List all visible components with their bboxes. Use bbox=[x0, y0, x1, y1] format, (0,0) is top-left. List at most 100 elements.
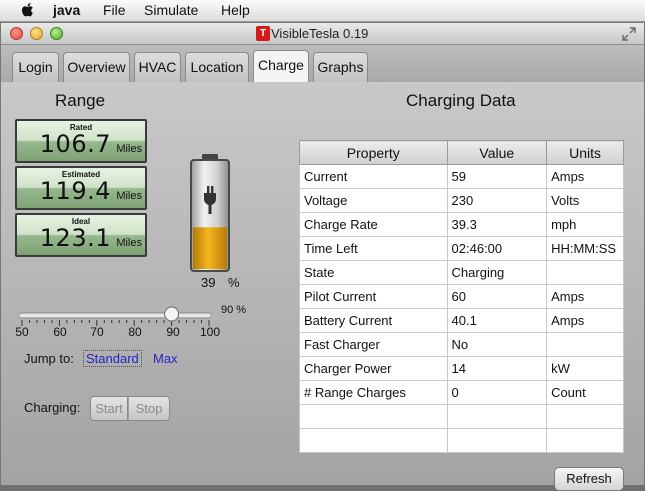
table-row[interactable] bbox=[299, 428, 624, 453]
table-row[interactable]: Charge Rate 39.3 mph bbox=[299, 212, 624, 237]
cell-value bbox=[446, 404, 548, 429]
cell-value: 230 bbox=[446, 188, 548, 213]
cell-property: Time Left bbox=[299, 236, 448, 261]
meter-value: 123.1 bbox=[39, 224, 111, 252]
cell-units bbox=[546, 428, 624, 453]
table-row[interactable]: Battery Current 40.1 Amps bbox=[299, 308, 624, 333]
menu-app-name[interactable]: java bbox=[53, 2, 80, 18]
battery-icon bbox=[190, 154, 230, 272]
cell-property bbox=[299, 428, 448, 453]
cell-units bbox=[546, 404, 624, 429]
table-row[interactable]: State Charging bbox=[299, 260, 624, 285]
cell-property: Charge Rate bbox=[299, 212, 448, 237]
app-window: T VisibleTesla 0.19 Login Overview HVAC … bbox=[0, 22, 645, 491]
menu-simulate[interactable]: Simulate bbox=[144, 2, 198, 18]
cell-property: State bbox=[299, 260, 448, 285]
tab-login[interactable]: Login bbox=[12, 52, 59, 82]
cell-units: Count bbox=[546, 380, 624, 405]
start-charging-button[interactable]: Start bbox=[90, 396, 128, 421]
meter-unit: Miles bbox=[116, 143, 142, 155]
cell-property bbox=[299, 404, 448, 429]
tesla-logo-icon: T bbox=[256, 26, 270, 41]
tab-hvac[interactable]: HVAC bbox=[134, 52, 181, 82]
refresh-button[interactable]: Refresh bbox=[554, 467, 624, 491]
slider-tick-label: 100 bbox=[199, 325, 221, 339]
column-header-units[interactable]: Units bbox=[546, 140, 624, 165]
cell-units: Volts bbox=[546, 188, 624, 213]
table-row[interactable]: Time Left 02:46:00 HH:MM:SS bbox=[299, 236, 624, 261]
tab-location[interactable]: Location bbox=[185, 52, 249, 82]
cell-property: # Range Charges bbox=[299, 380, 448, 405]
slider-tick-label: 50 bbox=[15, 325, 29, 339]
cell-property: Fast Charger bbox=[299, 332, 448, 357]
range-heading: Range bbox=[55, 91, 106, 110]
max-link[interactable]: Max bbox=[153, 351, 178, 366]
cell-units: Amps bbox=[546, 284, 624, 309]
meter-value: 119.4 bbox=[39, 177, 111, 205]
slider-tick-label: 70 bbox=[90, 325, 104, 339]
apple-menu-icon[interactable] bbox=[20, 1, 36, 19]
cell-units: Amps bbox=[546, 164, 624, 189]
slider-tick-label: 80 bbox=[128, 325, 142, 339]
table-row[interactable]: # Range Charges 0 Count bbox=[299, 380, 624, 405]
charge-panel: Range Rated 106.7 Miles Estimated 119.4 … bbox=[1, 82, 644, 491]
tab-overview[interactable]: Overview bbox=[63, 52, 130, 82]
window-titlebar[interactable]: T VisibleTesla 0.19 bbox=[1, 23, 644, 45]
cell-units: Amps bbox=[546, 308, 624, 333]
meter-unit: Miles bbox=[116, 237, 142, 249]
cell-property: Charger Power bbox=[299, 356, 448, 381]
cell-value: 02:46:00 bbox=[446, 236, 548, 261]
cell-property: Current bbox=[299, 164, 448, 189]
charging-data-heading: Charging Data bbox=[406, 91, 516, 110]
cell-value: 39.3 bbox=[446, 212, 548, 237]
cell-property: Pilot Current bbox=[299, 284, 448, 309]
battery-percent: 39 bbox=[201, 275, 216, 290]
standard-link[interactable]: Standard bbox=[83, 350, 142, 367]
minimize-window-button[interactable] bbox=[30, 27, 43, 40]
table-row[interactable]: Voltage 230 Volts bbox=[299, 188, 624, 213]
table-row[interactable]: Pilot Current 60 Amps bbox=[299, 284, 624, 309]
table-row[interactable] bbox=[299, 404, 624, 429]
table-row[interactable]: Charger Power 14 kW bbox=[299, 356, 624, 381]
ideal-range-meter: Ideal 123.1 Miles bbox=[15, 213, 147, 257]
battery-fill bbox=[193, 227, 227, 269]
charging-data-table: Property Value Units Current 59 Amps Voltag… bbox=[299, 140, 624, 453]
table-row[interactable]: Current 59 Amps bbox=[299, 164, 624, 189]
slider-knob[interactable] bbox=[164, 306, 180, 322]
meter-unit: Miles bbox=[116, 190, 142, 202]
zoom-window-button[interactable] bbox=[50, 27, 63, 40]
menu-file[interactable]: File bbox=[103, 2, 126, 18]
column-header-value[interactable]: Value bbox=[446, 140, 548, 165]
charging-label: Charging: bbox=[24, 400, 81, 415]
cell-units: kW bbox=[546, 356, 624, 381]
cell-property: Battery Current bbox=[299, 308, 448, 333]
table-header-row: Property Value Units bbox=[299, 140, 624, 165]
cell-value: 14 bbox=[446, 356, 548, 381]
window-title: VisibleTesla 0.19 bbox=[271, 26, 369, 41]
cell-value bbox=[446, 428, 548, 453]
tab-charge[interactable]: Charge bbox=[253, 50, 309, 83]
battery-percent-unit: % bbox=[228, 275, 240, 290]
cell-value: 40.1 bbox=[446, 308, 548, 333]
cell-units bbox=[546, 260, 624, 285]
cell-value: 59 bbox=[446, 164, 548, 189]
cell-units: HH:MM:SS bbox=[546, 236, 624, 261]
column-header-property[interactable]: Property bbox=[299, 140, 448, 165]
slider-tick-label: 90 bbox=[166, 325, 180, 339]
cell-value: Charging bbox=[446, 260, 548, 285]
tab-graphs[interactable]: Graphs bbox=[313, 52, 368, 82]
cell-value: 0 bbox=[446, 380, 548, 405]
slider-tick-label: 60 bbox=[53, 325, 67, 339]
cell-property: Voltage bbox=[299, 188, 448, 213]
cell-units bbox=[546, 332, 624, 357]
close-window-button[interactable] bbox=[10, 27, 23, 40]
stop-charging-button[interactable]: Stop bbox=[128, 396, 170, 421]
slider-value-label: 90 % bbox=[221, 304, 247, 316]
menu-bar: java File Simulate Help bbox=[0, 0, 645, 22]
fullscreen-icon[interactable] bbox=[622, 27, 636, 41]
table-row[interactable]: Fast Charger No bbox=[299, 332, 624, 357]
rated-range-meter: Rated 106.7 Miles bbox=[15, 119, 147, 163]
menu-help[interactable]: Help bbox=[221, 2, 250, 18]
cell-value: No bbox=[446, 332, 548, 357]
estimated-range-meter: Estimated 119.4 Miles bbox=[15, 166, 147, 210]
